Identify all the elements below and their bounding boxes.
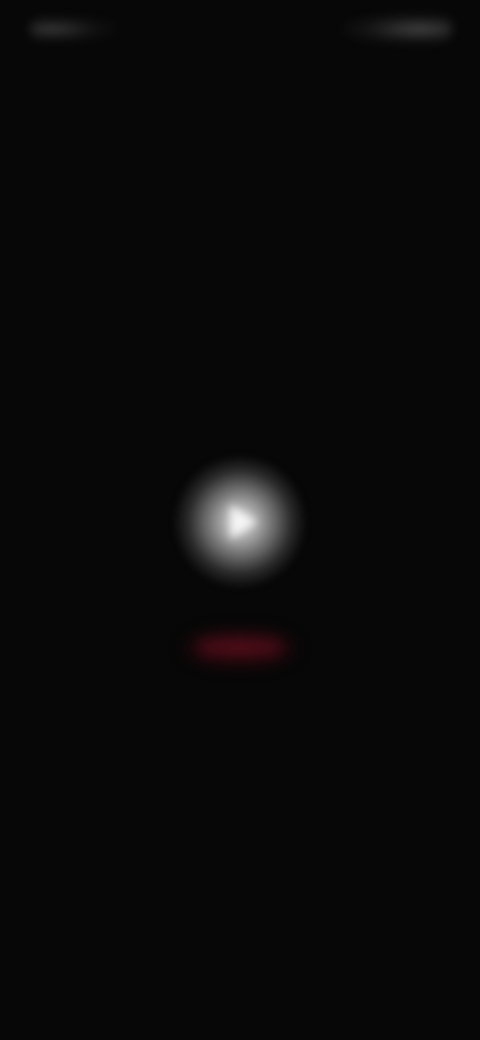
play-button[interactable] [176, 458, 304, 586]
blurred-media-screen [0, 0, 480, 1040]
center-controls [0, 440, 480, 700]
status-bar [0, 0, 480, 64]
status-right-blur [342, 14, 452, 44]
red-action-button[interactable] [178, 624, 302, 672]
play-icon [230, 504, 258, 540]
red-action-label-blur [197, 639, 283, 655]
status-left-blur [30, 16, 118, 42]
